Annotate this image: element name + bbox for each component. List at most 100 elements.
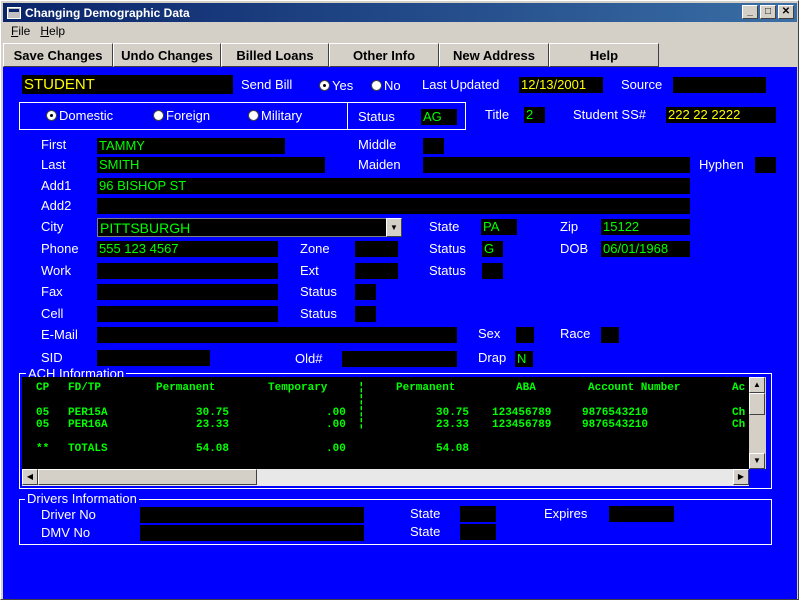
send-bill-yes-radio[interactable]: Yes (319, 78, 353, 93)
table-row-cell: 9876543210 (582, 419, 649, 431)
address-status-field[interactable]: AG (421, 109, 457, 125)
maximize-button[interactable]: □ (760, 5, 776, 19)
send-bill-label: Send Bill (241, 77, 293, 92)
race-field[interactable] (601, 327, 619, 343)
city-combo[interactable]: PITTSBURGH (97, 218, 387, 237)
fax-status-field[interactable] (355, 284, 376, 300)
undo-changes-button[interactable]: Undo Changes (113, 43, 221, 67)
address1-field[interactable]: 96 BISHOP ST (97, 178, 690, 194)
zip-label: Zip (560, 219, 579, 234)
phone-label: Phone (41, 241, 79, 256)
ach-header-cp: CP (36, 382, 50, 394)
maiden-name-field[interactable] (423, 157, 690, 173)
zone-label: Zone (300, 241, 330, 256)
drap-field[interactable]: N (515, 351, 533, 367)
close-button[interactable]: ✕ (778, 5, 794, 19)
totals-cell: 54.08 (196, 443, 230, 455)
application-window: Changing Demographic Data _ □ ✕ File Hel… (0, 0, 799, 600)
dob-field[interactable]: 06/01/1968 (601, 241, 690, 257)
expires-field[interactable] (609, 506, 674, 522)
minimize-button[interactable]: _ (742, 5, 758, 19)
scroll-down-icon[interactable]: ▼ (749, 453, 765, 469)
menu-file[interactable]: File (11, 24, 30, 42)
expires-label: Expires (544, 506, 588, 521)
fax-field[interactable] (97, 284, 278, 300)
ext-field[interactable] (355, 263, 398, 279)
chevron-down-icon[interactable]: ▼ (386, 218, 402, 237)
radio-selected-icon (319, 80, 330, 91)
toolbar: Save Changes Undo Changes Billed Loans O… (3, 43, 797, 67)
zip-field[interactable]: 15122 (601, 219, 690, 235)
table-row-cell: Ch (732, 407, 746, 419)
ach-vertical-scrollbar[interactable]: ▲ ▼ (749, 377, 766, 469)
old-number-field[interactable] (342, 351, 457, 367)
work-status-field[interactable] (482, 263, 503, 279)
zone-field[interactable] (355, 241, 398, 257)
first-name-field[interactable]: TAMMY (97, 138, 285, 154)
work-phone-field[interactable] (97, 263, 278, 279)
scroll-left-icon[interactable]: ◀ (22, 469, 38, 485)
middle-name-field[interactable] (423, 138, 444, 154)
radio-selected-icon (46, 110, 57, 121)
email-field[interactable] (97, 327, 457, 343)
ach-header-account: Account Number (588, 382, 681, 394)
sid-field[interactable] (97, 350, 210, 366)
radio-unselected-icon (248, 110, 259, 121)
horizontal-scroll-thumb[interactable] (38, 469, 257, 485)
dob-label: DOB (560, 241, 589, 256)
sid-label: SID (41, 350, 63, 365)
billed-loans-button[interactable]: Billed Loans (221, 43, 329, 67)
driver-state-field[interactable] (460, 506, 496, 522)
table-row-cell: .00 (326, 407, 346, 419)
vertical-scroll-thumb[interactable] (749, 393, 765, 415)
hyphen-label: Hyphen (699, 157, 744, 172)
radio-unselected-icon (153, 110, 164, 121)
ach-header-aba: ABA (516, 382, 536, 394)
totals-cell: TOTALS (68, 443, 108, 455)
ach-horizontal-scrollbar[interactable]: ◀ ▶ (22, 469, 749, 486)
hyphen-field[interactable] (755, 157, 776, 173)
old-number-label: Old# (295, 351, 323, 366)
source-field[interactable] (673, 77, 766, 93)
driver-number-field[interactable] (140, 507, 364, 523)
help-button[interactable]: Help (549, 43, 659, 67)
other-info-button[interactable]: Other Info (329, 43, 439, 67)
table-row-cell: 30.75 (196, 407, 230, 419)
cell-field[interactable] (97, 306, 278, 322)
address-status-label: Status (358, 109, 395, 124)
table-row-cell: PER16A (68, 419, 108, 431)
middle-name-label: Middle (358, 137, 397, 152)
state-field[interactable]: PA (481, 219, 517, 235)
cell-status-field[interactable] (355, 306, 376, 322)
menu-help[interactable]: Help (40, 24, 65, 42)
dmv-number-field[interactable] (140, 525, 364, 541)
title-field[interactable]: 2 (524, 107, 545, 123)
phone-status-field[interactable]: G (482, 241, 503, 257)
title-bar: Changing Demographic Data _ □ ✕ (3, 3, 797, 22)
foreign-radio[interactable]: Foreign (153, 108, 210, 123)
new-address-button[interactable]: New Address (439, 43, 549, 67)
record-type-field[interactable]: STUDENT (22, 75, 233, 94)
send-bill-no-radio[interactable]: No (371, 78, 401, 93)
work-status-label: Status (429, 263, 466, 278)
sex-field[interactable] (516, 327, 534, 343)
military-radio[interactable]: Military (248, 108, 302, 123)
ach-header-fdtp: FD/TP (68, 382, 102, 394)
save-changes-button[interactable]: Save Changes (3, 43, 113, 67)
last-name-label: Last (41, 157, 66, 172)
last-updated-field[interactable]: 12/13/2001 (519, 77, 603, 93)
last-name-field[interactable]: SMITH (97, 157, 325, 173)
dmv-state-field[interactable] (460, 524, 496, 540)
table-row-cell: 23.33 (436, 419, 470, 431)
dmv-number-label: DMV No (41, 525, 91, 540)
dmv-state-label: State (410, 524, 441, 539)
ach-table[interactable]: CP FD/TP Permanent Temporary ¦ ¦ ¦ ¦ Perman… (22, 377, 749, 469)
totals-cell: .00 (326, 443, 346, 455)
domestic-radio[interactable]: Domestic (46, 108, 113, 123)
address2-field[interactable] (97, 198, 690, 214)
city-label: City (41, 219, 64, 234)
scroll-right-icon[interactable]: ▶ (733, 469, 749, 485)
phone-field[interactable]: 555 123 4567 (97, 241, 278, 257)
scroll-up-icon[interactable]: ▲ (749, 377, 765, 393)
student-ssn-field[interactable]: 222 22 2222 (666, 107, 776, 123)
